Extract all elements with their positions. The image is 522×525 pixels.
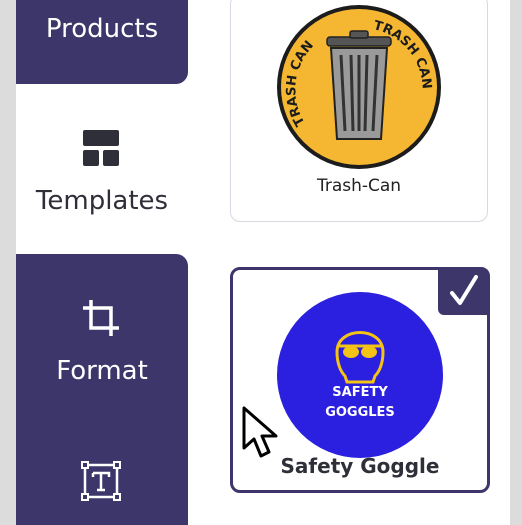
sidebar-item-label: Products — [45, 14, 159, 44]
selected-checkmark-icon — [438, 267, 490, 315]
app-window: Products Templates Format TRASH CAN TRAS… — [0, 0, 522, 525]
safety-sign-line2: GOGGLES — [325, 405, 395, 420]
sidebar: Products Templates Format — [0, 0, 196, 525]
mouse-pointer-icon — [242, 406, 278, 458]
text-box-icon[interactable] — [79, 459, 123, 503]
template-card-title: Trash-Can — [316, 176, 402, 196]
sidebar-item-label: Templates — [35, 186, 169, 216]
templates-grid-icon — [83, 130, 119, 166]
sidebar-item-templates[interactable]: Templates — [16, 110, 188, 230]
safety-sign-line1: SAFETY — [332, 385, 388, 400]
sidebar-item-label: Format — [56, 356, 148, 386]
sidebar-edge — [0, 0, 16, 525]
sidebar-item-format[interactable]: Format — [16, 254, 188, 525]
sidebar-item-products[interactable]: Products — [16, 0, 188, 84]
crop-icon — [83, 300, 119, 336]
safety-goggles-sign-image: SAFETY GOGGLES — [277, 292, 443, 458]
scrollbar-track[interactable] — [510, 0, 522, 525]
trash-can-sign-image: TRASH CAN TRASH CAN — [277, 5, 441, 169]
template-card-trash-can[interactable]: TRASH CAN TRASH CAN Trash-Can — [230, 0, 488, 222]
